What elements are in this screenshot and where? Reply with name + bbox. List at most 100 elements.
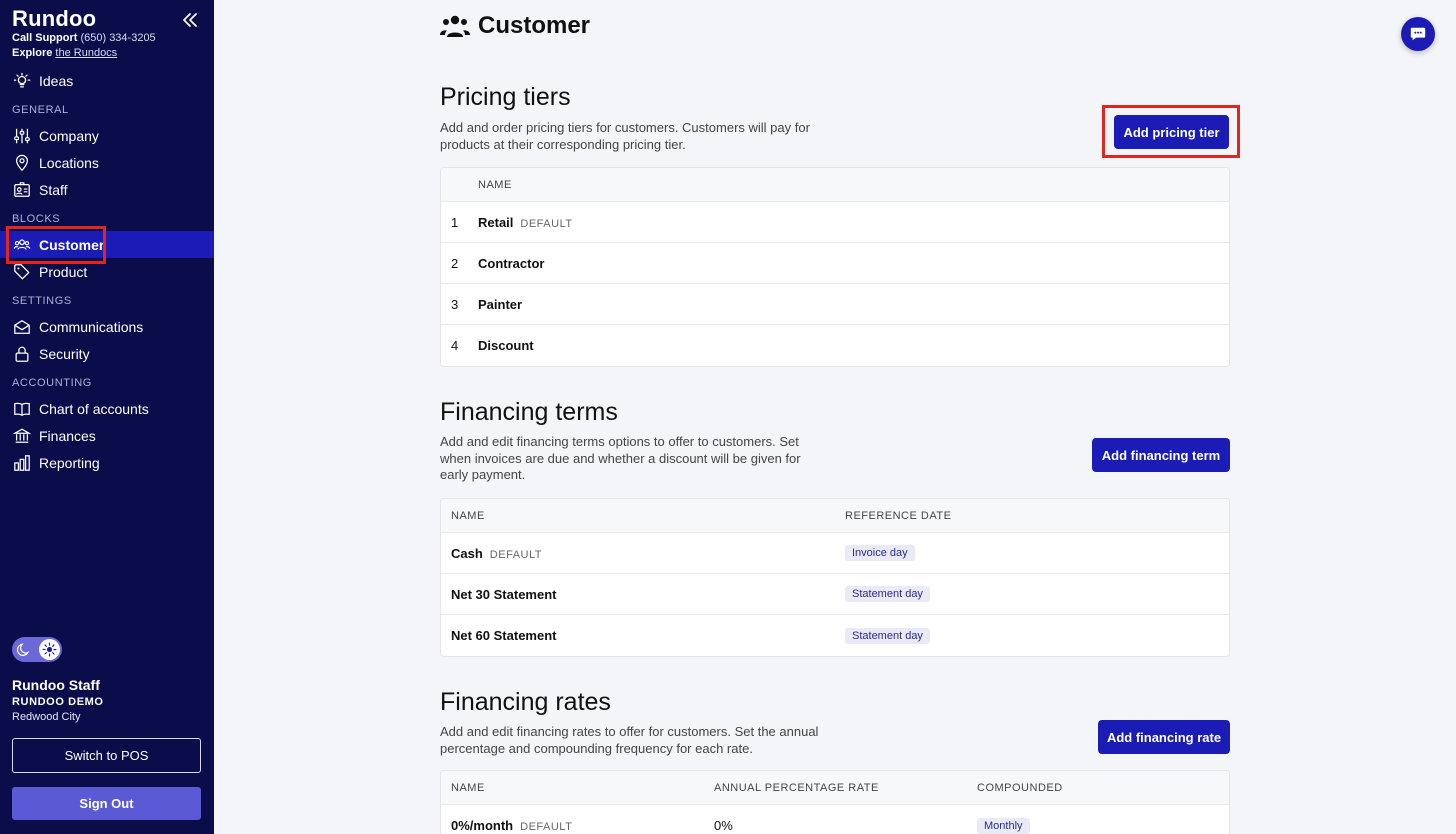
sidebar: Rundoo Call Support (650) 334-3205 Explo… bbox=[0, 0, 214, 834]
add-financing-term-button[interactable]: Add financing term bbox=[1092, 438, 1230, 472]
sidebar-item-label: Reporting bbox=[39, 454, 100, 471]
description-line: Add and edit financing rates to offer fo… bbox=[440, 724, 819, 739]
col-name: NAME bbox=[451, 509, 485, 522]
sidebar-item-label: Finances bbox=[39, 427, 96, 444]
default-badge: DEFAULT bbox=[520, 821, 573, 833]
explore-label: Explore bbox=[12, 47, 53, 59]
description-line: when invoices are due and whether a disc… bbox=[440, 450, 801, 466]
table-row[interactable]: 4 Discount bbox=[441, 325, 1229, 366]
col-name: NAME bbox=[451, 781, 485, 794]
rundocs-link[interactable]: the Rundocs bbox=[55, 47, 117, 59]
chat-button[interactable] bbox=[1401, 17, 1435, 51]
table-header: NAME REFERENCE DATE bbox=[441, 499, 1229, 533]
financing-rates-table: NAME ANNUAL PERCENTAGE RATE COMPOUNDED 0… bbox=[440, 770, 1230, 834]
sidebar-item-staff[interactable]: Staff bbox=[0, 176, 214, 203]
sidebar-item-label: Chart of accounts bbox=[39, 400, 149, 417]
users-icon bbox=[440, 15, 470, 37]
sidebar-item-label: Security bbox=[39, 345, 90, 362]
financing-terms-heading: Financing terms bbox=[440, 398, 618, 426]
sidebar-item-chart-of-accounts[interactable]: Chart of accounts bbox=[0, 395, 214, 422]
col-apr: ANNUAL PERCENTAGE RATE bbox=[714, 781, 879, 794]
support-info: Call Support (650) 334-3205 Explore the … bbox=[12, 31, 156, 61]
section-general: GENERAL bbox=[12, 104, 69, 116]
user-name: Rundoo Staff bbox=[12, 677, 100, 693]
row-number: 2 bbox=[451, 255, 459, 271]
term-name: Net 30 Statement bbox=[451, 586, 557, 602]
add-pricing-tier-button[interactable]: Add pricing tier bbox=[1114, 115, 1229, 149]
lightbulb-icon bbox=[12, 71, 31, 90]
sidebar-item-product[interactable]: Product bbox=[0, 258, 214, 285]
tier-name: Painter bbox=[478, 296, 523, 312]
sidebar-item-reporting[interactable]: Reporting bbox=[0, 449, 214, 476]
description-line: percentage and compounding frequency for… bbox=[440, 740, 753, 756]
support-label: Call Support bbox=[12, 32, 78, 44]
users-icon bbox=[12, 235, 31, 254]
row-name: Cash DEFAULT bbox=[451, 546, 542, 561]
sliders-icon bbox=[12, 126, 31, 145]
add-financing-rate-button[interactable]: Add financing rate bbox=[1098, 720, 1230, 754]
col-compounded: COMPOUNDED bbox=[977, 781, 1063, 794]
section-accounting: ACCOUNTING bbox=[12, 377, 92, 389]
pricing-tiers-heading: Pricing tiers bbox=[440, 83, 571, 111]
sidebar-item-label: Product bbox=[39, 263, 88, 280]
user-city: Redwood City bbox=[12, 711, 81, 723]
term-name: Cash bbox=[451, 545, 483, 561]
pricing-tiers-table: NAME 1 Retail DEFAULT 2 Contractor 3 Pain… bbox=[440, 167, 1230, 367]
apr-value: 0% bbox=[714, 818, 733, 833]
sun-icon bbox=[39, 639, 60, 660]
sidebar-item-locations[interactable]: Locations bbox=[0, 149, 214, 176]
rate-name: 0%/month bbox=[451, 818, 514, 833]
row-name: 0%/month DEFAULT bbox=[451, 818, 572, 833]
sign-out-button[interactable]: Sign Out bbox=[12, 787, 201, 820]
sidebar-item-label: Staff bbox=[39, 181, 68, 198]
table-row[interactable]: 0%/month DEFAULT 0% Monthly bbox=[441, 805, 1229, 834]
table-row[interactable]: 1 Retail DEFAULT bbox=[441, 202, 1229, 243]
sidebar-item-security[interactable]: Security bbox=[0, 340, 214, 367]
tier-name: Retail bbox=[478, 214, 514, 230]
term-name: Net 60 Statement bbox=[451, 628, 557, 643]
table-row[interactable]: Net 60 Statement Statement day bbox=[441, 615, 1229, 656]
book-icon bbox=[12, 399, 31, 418]
page-title-text: Customer bbox=[478, 12, 591, 39]
financing-terms-table: NAME REFERENCE DATE Cash DEFAULT Invoice … bbox=[440, 498, 1230, 657]
sidebar-item-label: Locations bbox=[39, 154, 99, 171]
sidebar-item-label: Ideas bbox=[39, 72, 74, 89]
description-line: Add and edit financing terms options to … bbox=[440, 434, 799, 449]
theme-toggle[interactable] bbox=[12, 637, 62, 662]
financing-rates-heading: Financing rates bbox=[440, 688, 611, 716]
envelope-icon bbox=[12, 317, 31, 336]
collapse-sidebar-icon[interactable] bbox=[180, 10, 200, 30]
section-blocks: BLOCKS bbox=[12, 213, 61, 225]
sidebar-item-label: Company bbox=[39, 127, 99, 144]
sidebar-item-communications[interactable]: Communications bbox=[0, 313, 214, 340]
sidebar-item-label: Communications bbox=[39, 318, 144, 335]
sidebar-item-customer[interactable]: Customer bbox=[0, 231, 214, 258]
sidebar-item-finances[interactable]: Finances bbox=[0, 422, 214, 449]
bank-icon bbox=[12, 426, 31, 445]
bar-chart-icon bbox=[12, 453, 31, 472]
financing-rates-description: Add and edit financing rates to offer fo… bbox=[440, 724, 818, 757]
table-row[interactable]: 2 Contractor bbox=[441, 243, 1229, 284]
description-line: products at their corresponding pricing … bbox=[440, 136, 686, 152]
row-number: 3 bbox=[451, 296, 459, 312]
financing-terms-description: Add and edit financing terms options to … bbox=[440, 434, 801, 484]
table-row[interactable]: Cash DEFAULT Invoice day bbox=[441, 533, 1229, 574]
table-header: NAME ANNUAL PERCENTAGE RATE COMPOUNDED bbox=[441, 771, 1229, 805]
tier-name: Discount bbox=[478, 338, 534, 353]
sidebar-item-ideas[interactable]: Ideas bbox=[0, 67, 214, 94]
id-badge-icon bbox=[12, 180, 31, 199]
table-header: NAME bbox=[441, 168, 1229, 202]
compounded-badge: Monthly bbox=[977, 817, 1030, 834]
reference-date-badge: Statement day bbox=[845, 627, 930, 644]
default-badge: DEFAULT bbox=[520, 217, 573, 230]
switch-to-pos-button[interactable]: Switch to POS bbox=[12, 738, 201, 773]
table-row[interactable]: 3 Painter bbox=[441, 284, 1229, 325]
sidebar-item-company[interactable]: Company bbox=[0, 122, 214, 149]
table-row[interactable]: Net 30 Statement Statement day bbox=[441, 574, 1229, 615]
section-settings: SETTINGS bbox=[12, 295, 72, 307]
col-name: NAME bbox=[478, 178, 512, 191]
sidebar-item-label: Customer bbox=[39, 236, 105, 253]
description-line: Add and order pricing tiers for customer… bbox=[440, 120, 810, 135]
support-phone[interactable]: (650) 334-3205 bbox=[80, 32, 155, 44]
default-badge: DEFAULT bbox=[489, 548, 542, 561]
